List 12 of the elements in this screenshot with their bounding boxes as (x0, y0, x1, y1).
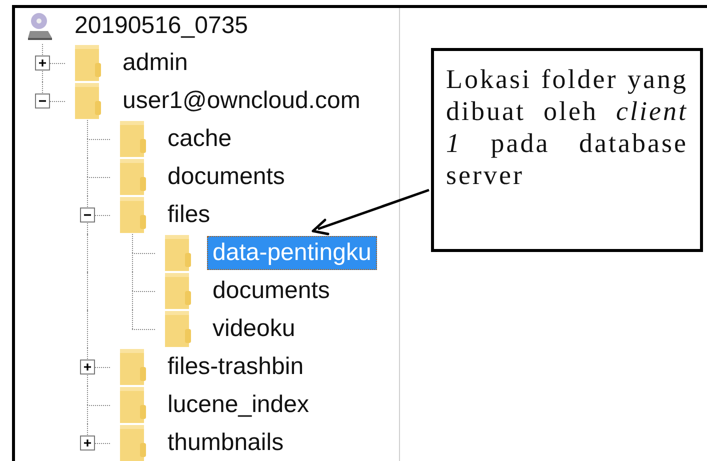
tree-item[interactable]: lucene_index (162, 388, 315, 422)
tree-item[interactable]: cache (162, 122, 238, 156)
tree-item[interactable]: documents (162, 160, 291, 194)
tree-item[interactable]: documents (206, 274, 336, 308)
tree-item[interactable]: user1@owncloud.com (116, 84, 366, 118)
tree-item[interactable]: videoku (206, 312, 302, 346)
tree-item[interactable]: admin (116, 46, 194, 80)
tree-item[interactable]: 20190516_0735 (68, 9, 254, 43)
tree-item[interactable]: files-trashbin (162, 350, 310, 384)
callout-text: Lokasi folder yang dibuat oleh client 1 pada database server (446, 63, 688, 191)
tree-item[interactable]: files (162, 198, 216, 232)
tree-item[interactable]: thumbnails (162, 426, 290, 460)
